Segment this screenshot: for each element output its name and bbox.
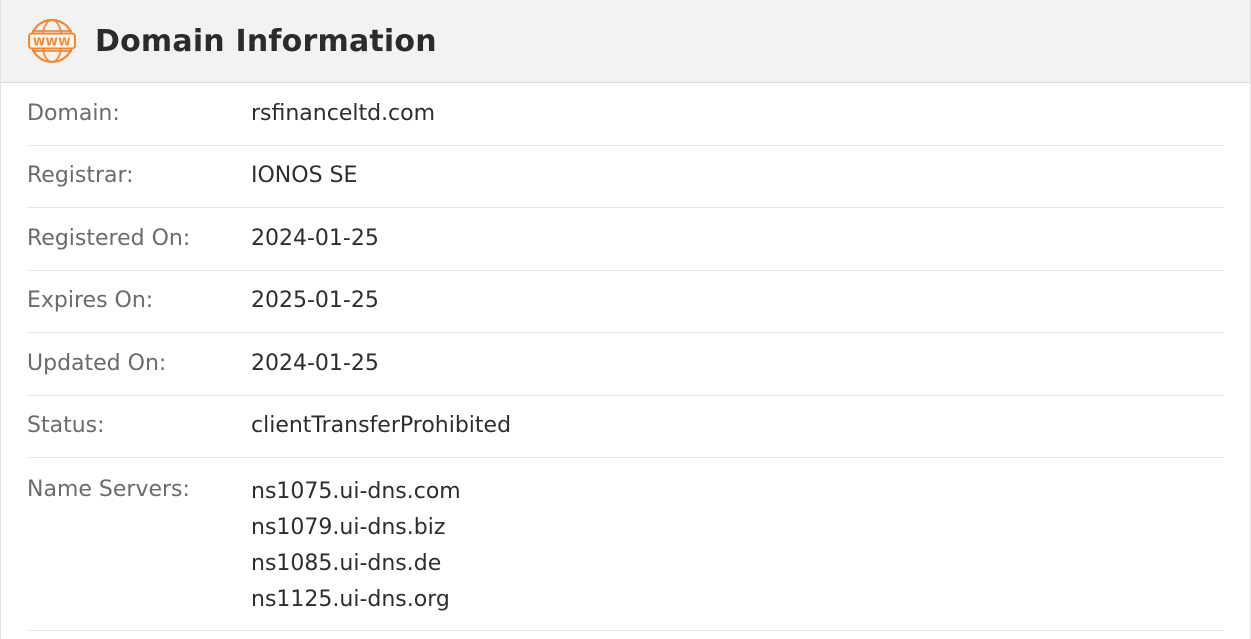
name-server-item: ns1075.ui-dns.com bbox=[251, 479, 461, 504]
row-value: 2024-01-25 bbox=[251, 350, 379, 376]
name-server-item: ns1125.ui-dns.org bbox=[251, 587, 450, 612]
row-value: 2025-01-25 bbox=[251, 288, 379, 314]
name-server-item: ns1079.ui-dns.biz bbox=[251, 515, 446, 540]
row-label: Expires On: bbox=[27, 288, 154, 314]
row-registered-on: Registered On: 2024-01-25 bbox=[27, 208, 1224, 271]
www-globe-icon: WWW bbox=[28, 17, 76, 65]
row-value: IONOS SE bbox=[251, 163, 358, 189]
row-expires-on: Expires On: 2025-01-25 bbox=[27, 271, 1224, 333]
row-value: rsfinanceltd.com bbox=[251, 100, 436, 126]
row-value: clientTransferProhibited bbox=[251, 413, 512, 439]
name-server-item: ns1085.ui-dns.de bbox=[251, 551, 442, 576]
row-status: Status: clientTransferProhibited bbox=[27, 396, 1224, 458]
row-label: Domain: bbox=[27, 100, 120, 126]
domain-information-panel: WWW Domain Information Domain: rsfinance… bbox=[0, 0, 1251, 639]
row-label: Registrar: bbox=[27, 163, 134, 189]
panel-header: WWW Domain Information bbox=[1, 0, 1250, 83]
row-label: Updated On: bbox=[27, 350, 167, 376]
row-label: Name Servers: bbox=[27, 477, 190, 502]
name-server-list: ns1075.ui-dns.com ns1079.ui-dns.biz ns10… bbox=[251, 474, 461, 618]
row-label: Registered On: bbox=[27, 225, 191, 251]
svg-text:WWW: WWW bbox=[33, 36, 71, 49]
row-domain: Domain: rsfinanceltd.com bbox=[27, 83, 1224, 146]
row-registrar: Registrar: IONOS SE bbox=[27, 146, 1224, 208]
panel-title: Domain Information bbox=[95, 23, 437, 59]
row-value: 2024-01-25 bbox=[251, 225, 379, 251]
row-updated-on: Updated On: 2024-01-25 bbox=[27, 333, 1224, 396]
domain-info-table: Domain: rsfinanceltd.com Registrar: IONO… bbox=[1, 83, 1250, 631]
row-name-servers: Name Servers: ns1075.ui-dns.com ns1079.u… bbox=[27, 458, 1224, 631]
row-label: Status: bbox=[27, 413, 105, 439]
